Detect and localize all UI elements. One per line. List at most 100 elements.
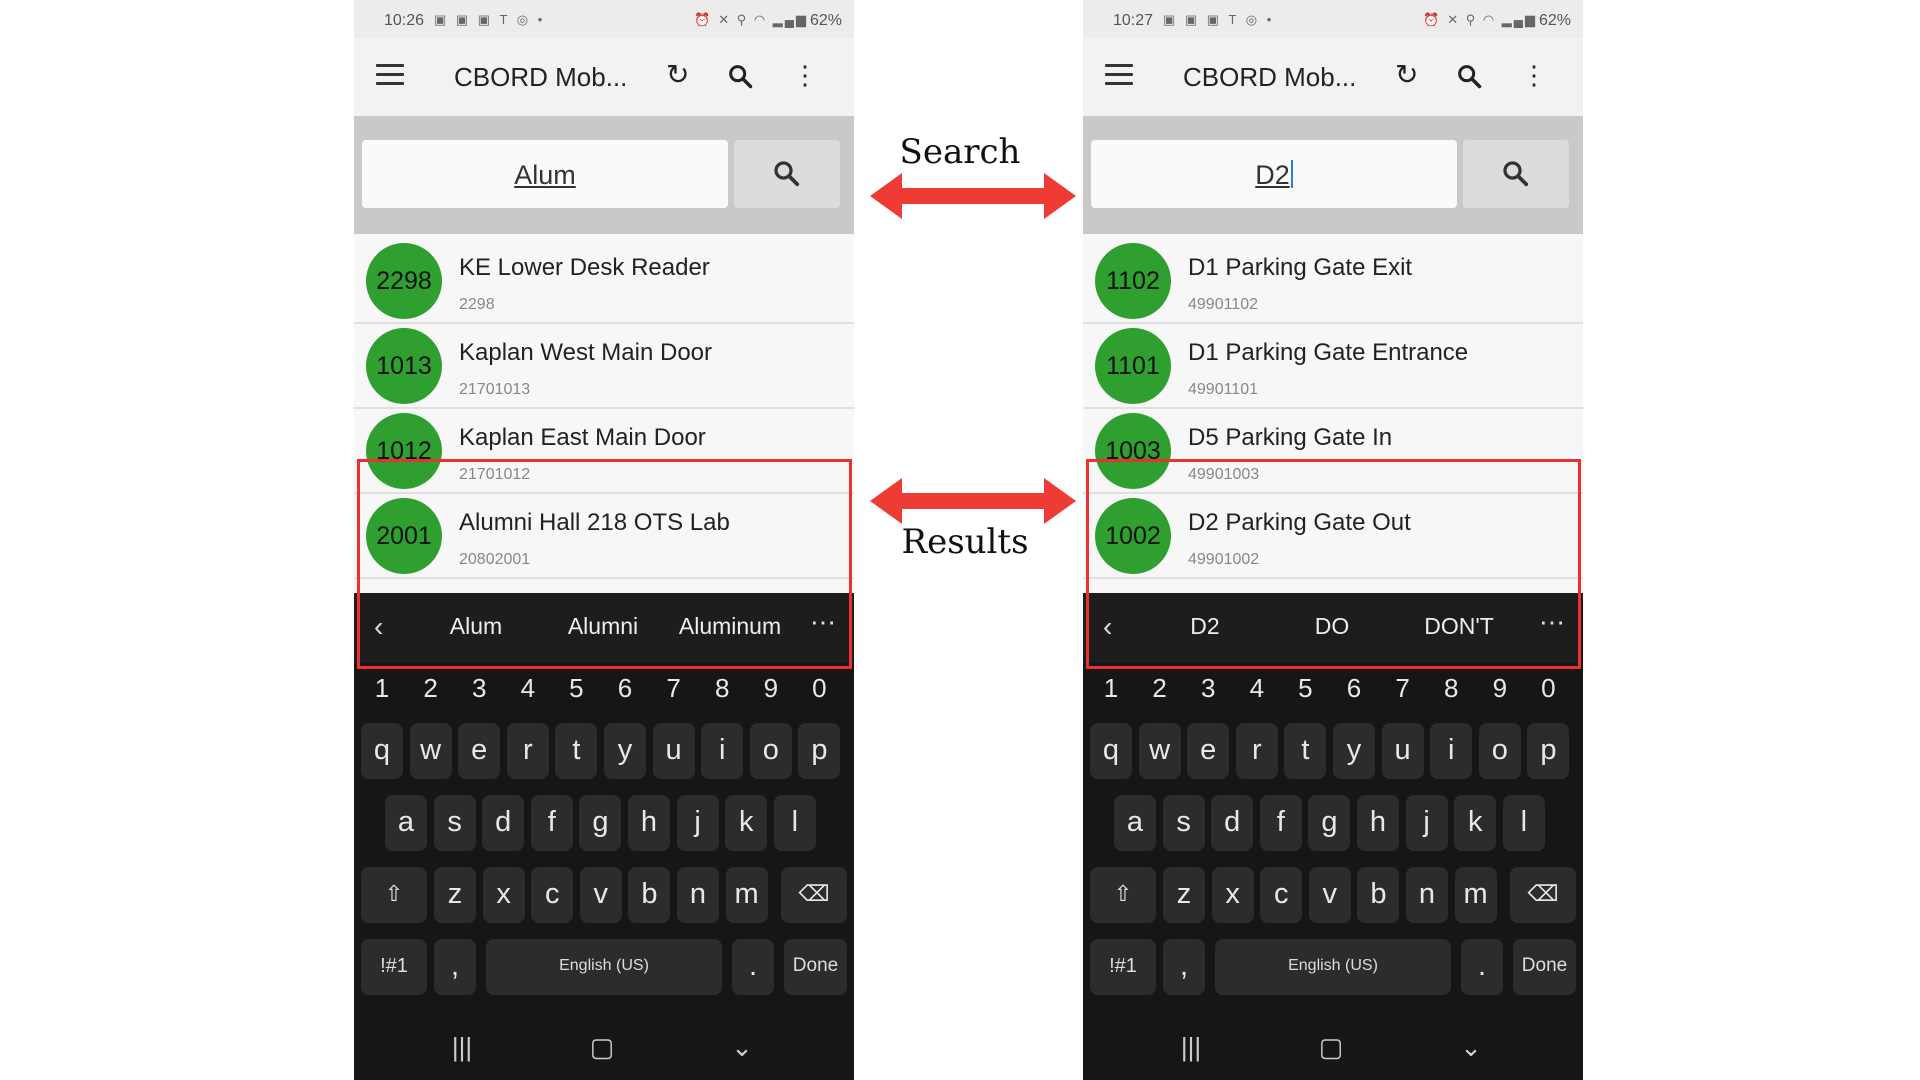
key-b[interactable]: b bbox=[628, 867, 671, 923]
key-2[interactable]: 2 bbox=[410, 668, 452, 708]
key-0[interactable]: 0 bbox=[1527, 668, 1569, 708]
key-a[interactable]: a bbox=[1114, 795, 1156, 851]
key-q[interactable]: q bbox=[361, 723, 403, 779]
key-x[interactable]: x bbox=[482, 867, 525, 923]
done-key[interactable]: Done bbox=[784, 939, 847, 995]
key-9[interactable]: 9 bbox=[750, 668, 792, 708]
search-icon[interactable] bbox=[1455, 62, 1483, 96]
key-8[interactable]: 8 bbox=[1430, 668, 1472, 708]
key-l[interactable]: l bbox=[773, 795, 816, 851]
key-6[interactable]: 6 bbox=[1333, 668, 1375, 708]
key-n[interactable]: n bbox=[1406, 867, 1448, 923]
list-item[interactable]: 1101 D1 Parking Gate Entrance 49901101 bbox=[1083, 323, 1583, 409]
shift-key[interactable]: ⇧ bbox=[1090, 867, 1156, 923]
key-m[interactable]: m bbox=[1454, 867, 1497, 923]
key-x[interactable]: x bbox=[1211, 867, 1254, 923]
search-input[interactable]: Alum bbox=[362, 140, 728, 208]
key-n[interactable]: n bbox=[677, 867, 719, 923]
key-q[interactable]: q bbox=[1090, 723, 1132, 779]
key-u[interactable]: u bbox=[1381, 723, 1424, 779]
key-3[interactable]: 3 bbox=[458, 668, 500, 708]
key-j[interactable]: j bbox=[1405, 795, 1448, 851]
key-b[interactable]: b bbox=[1357, 867, 1400, 923]
key-u[interactable]: u bbox=[652, 723, 695, 779]
key-c[interactable]: c bbox=[1260, 867, 1303, 923]
key-0[interactable]: 0 bbox=[798, 668, 840, 708]
key-d[interactable]: d bbox=[482, 795, 525, 851]
space-key[interactable]: English (US) bbox=[486, 939, 722, 995]
key-l[interactable]: l bbox=[1502, 795, 1545, 851]
more-vert-icon[interactable]: ⋮ bbox=[1521, 60, 1547, 90]
refresh-icon[interactable]: ↻ bbox=[666, 60, 689, 90]
symbols-key[interactable]: !#1 bbox=[361, 939, 427, 995]
key-f[interactable]: f bbox=[530, 795, 573, 851]
key-k[interactable]: k bbox=[1454, 795, 1497, 851]
home-icon[interactable]: ▢ bbox=[590, 1032, 615, 1063]
key-4[interactable]: 4 bbox=[507, 668, 549, 708]
key-c[interactable]: c bbox=[531, 867, 574, 923]
hamburger-icon[interactable] bbox=[1105, 64, 1133, 86]
key-e[interactable]: e bbox=[458, 723, 501, 779]
period-key[interactable]: . bbox=[732, 939, 774, 995]
shift-key[interactable]: ⇧ bbox=[361, 867, 427, 923]
key-y[interactable]: y bbox=[1333, 723, 1375, 779]
search-button[interactable] bbox=[734, 140, 840, 208]
key-v[interactable]: v bbox=[1308, 867, 1351, 923]
key-j[interactable]: j bbox=[676, 795, 719, 851]
list-item[interactable]: 2298 KE Lower Desk Reader 2298 bbox=[354, 238, 854, 324]
key-o[interactable]: o bbox=[749, 723, 792, 779]
key-3[interactable]: 3 bbox=[1187, 668, 1229, 708]
backspace-key[interactable]: ⌫ bbox=[1510, 867, 1576, 923]
search-button[interactable] bbox=[1463, 140, 1569, 208]
key-z[interactable]: z bbox=[434, 867, 476, 923]
key-t[interactable]: t bbox=[1284, 723, 1327, 779]
key-6[interactable]: 6 bbox=[604, 668, 646, 708]
key-5[interactable]: 5 bbox=[555, 668, 597, 708]
search-input[interactable]: D2 bbox=[1091, 140, 1457, 208]
recent-apps-icon[interactable]: ||| bbox=[452, 1032, 472, 1063]
back-nav-icon[interactable]: ⌄ bbox=[731, 1032, 753, 1063]
key-7[interactable]: 7 bbox=[653, 668, 695, 708]
key-m[interactable]: m bbox=[725, 867, 768, 923]
key-s[interactable]: s bbox=[433, 795, 476, 851]
back-nav-icon[interactable]: ⌄ bbox=[1460, 1032, 1482, 1063]
space-key[interactable]: English (US) bbox=[1215, 939, 1451, 995]
key-w[interactable]: w bbox=[409, 723, 452, 779]
recent-apps-icon[interactable]: ||| bbox=[1181, 1032, 1201, 1063]
list-item[interactable]: 1102 D1 Parking Gate Exit 49901102 bbox=[1083, 238, 1583, 324]
key-9[interactable]: 9 bbox=[1479, 668, 1521, 708]
key-s[interactable]: s bbox=[1162, 795, 1205, 851]
key-i[interactable]: i bbox=[701, 723, 744, 779]
key-e[interactable]: e bbox=[1187, 723, 1230, 779]
key-i[interactable]: i bbox=[1430, 723, 1473, 779]
key-d[interactable]: d bbox=[1211, 795, 1254, 851]
key-r[interactable]: r bbox=[506, 723, 549, 779]
key-5[interactable]: 5 bbox=[1284, 668, 1326, 708]
home-icon[interactable]: ▢ bbox=[1319, 1032, 1344, 1063]
list-item[interactable]: 1013 Kaplan West Main Door 21701013 bbox=[354, 323, 854, 409]
key-1[interactable]: 1 bbox=[1090, 668, 1132, 708]
key-7[interactable]: 7 bbox=[1382, 668, 1424, 708]
done-key[interactable]: Done bbox=[1513, 939, 1576, 995]
key-p[interactable]: p bbox=[798, 723, 841, 779]
key-v[interactable]: v bbox=[579, 867, 622, 923]
key-z[interactable]: z bbox=[1163, 867, 1205, 923]
key-f[interactable]: f bbox=[1259, 795, 1302, 851]
key-r[interactable]: r bbox=[1235, 723, 1278, 779]
symbols-key[interactable]: !#1 bbox=[1090, 939, 1156, 995]
backspace-key[interactable]: ⌫ bbox=[781, 867, 847, 923]
more-vert-icon[interactable]: ⋮ bbox=[792, 60, 818, 90]
key-t[interactable]: t bbox=[555, 723, 598, 779]
search-icon[interactable] bbox=[726, 62, 754, 96]
key-h[interactable]: h bbox=[628, 795, 670, 851]
key-o[interactable]: o bbox=[1478, 723, 1521, 779]
key-2[interactable]: 2 bbox=[1139, 668, 1181, 708]
comma-key[interactable]: , bbox=[1163, 939, 1205, 995]
period-key[interactable]: . bbox=[1461, 939, 1503, 995]
key-y[interactable]: y bbox=[604, 723, 646, 779]
key-1[interactable]: 1 bbox=[361, 668, 403, 708]
key-4[interactable]: 4 bbox=[1236, 668, 1278, 708]
comma-key[interactable]: , bbox=[434, 939, 476, 995]
key-g[interactable]: g bbox=[579, 795, 622, 851]
key-g[interactable]: g bbox=[1308, 795, 1351, 851]
